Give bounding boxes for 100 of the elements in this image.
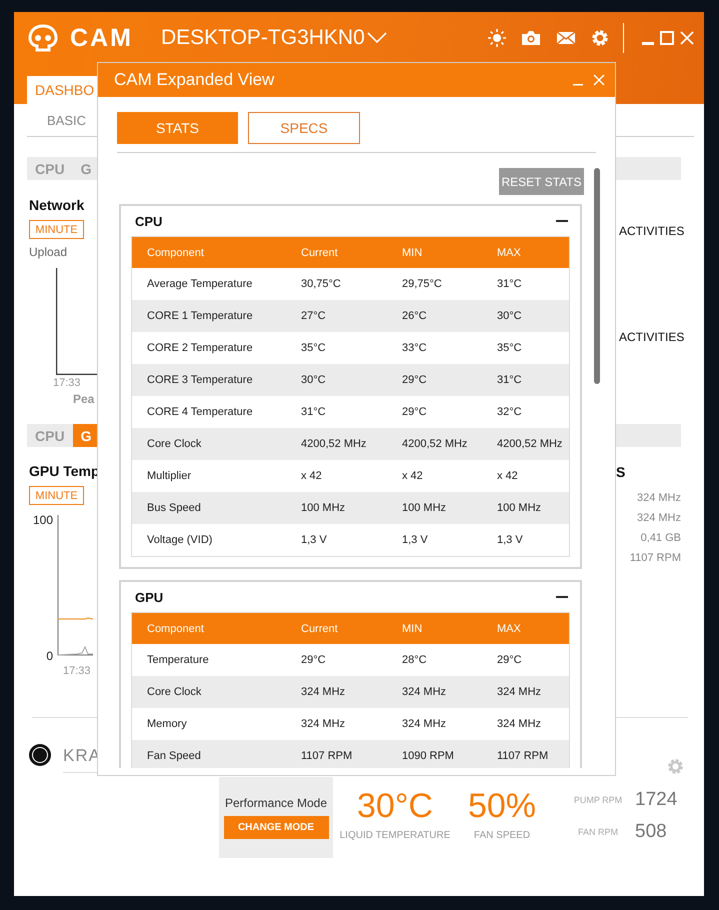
table-cell-text: 31°C	[301, 406, 327, 418]
table-cell-text: 4200,52 MHz	[497, 438, 564, 450]
app-name: CAM	[70, 24, 133, 52]
axis-label: 17:33	[63, 665, 91, 677]
liquid-temperature-label: LIQUID TEMPERATURE	[340, 830, 450, 841]
category-tab[interactable]: CPU	[27, 424, 73, 447]
panel-title: Network	[29, 197, 86, 213]
device-dropdown[interactable]: DESKTOP-TG3HKN0	[160, 26, 387, 50]
column-header: Current	[301, 622, 339, 634]
table-cell-text: 100 MHz	[497, 502, 542, 514]
table-cell-text: 100 MHz	[301, 502, 346, 514]
table-cell-text: Average Temperature	[147, 278, 254, 290]
fan-speed-value: 50%	[468, 787, 536, 826]
sub-tab[interactable]: BASIC	[47, 112, 86, 128]
column-header: MIN	[402, 622, 424, 634]
fan-speed-label: FAN SPEED	[474, 830, 530, 841]
series-label: Upload	[29, 245, 68, 259]
table-cell-text: 324 MHz	[497, 718, 542, 730]
table-cell-text: Fan Speed	[147, 750, 202, 762]
stat-value: 324 MHz	[636, 512, 681, 524]
table-cell-text: 29°C	[301, 654, 327, 666]
table-cell-text: 1107 RPM	[301, 750, 354, 762]
close-icon[interactable]	[680, 31, 694, 45]
table-cell-text: 1,3 V	[301, 534, 328, 546]
category-tab[interactable]: CPU	[27, 157, 73, 180]
table-cell-text: Temperature	[147, 654, 210, 666]
scrollbar-thumb[interactable]	[594, 168, 600, 384]
range-button[interactable]: MINUTE	[29, 220, 84, 239]
tab-bar	[616, 424, 681, 447]
stat-value: 324 MHz	[636, 492, 681, 504]
table-cell-text: 324 MHz	[301, 718, 346, 730]
table-cell-text: 324 MHz	[301, 686, 346, 698]
head-logo-icon	[28, 24, 58, 52]
dialog-tab[interactable]: STATS	[117, 112, 238, 144]
table-cell-text: 29,75°C	[402, 278, 443, 290]
dialog-title: CAM Expanded View	[114, 70, 274, 90]
category-tab[interactable]: G	[72, 157, 100, 180]
table-cell-text: Bus Speed	[147, 502, 202, 514]
table-cell-text: 35°C	[301, 342, 327, 354]
maximize-icon[interactable]	[660, 31, 674, 45]
column-header: MAX	[497, 622, 522, 634]
sun-icon[interactable]	[488, 29, 506, 47]
table-cell-text: 100 MHz	[402, 502, 448, 514]
stat-value: 1107 RPM	[630, 552, 681, 564]
category-tab[interactable]: G	[72, 424, 100, 447]
table-cell-text: CORE 4 Temperature	[147, 406, 254, 418]
column-header: Component	[147, 622, 205, 634]
fan-rpm-value: 508	[634, 821, 668, 843]
pump-rpm-value: 1724	[634, 789, 678, 811]
peak-label: Pea	[73, 392, 94, 406]
table-cell-text: CORE 3 Temperature	[147, 374, 254, 386]
table-cell-text: 26°C	[402, 310, 428, 322]
table-cell-text: 1,3 V	[402, 534, 429, 546]
table-cell-text: Core Clock	[147, 686, 202, 698]
column-header: Current	[301, 246, 339, 258]
table-cell-text: CORE 2 Temperature	[147, 342, 254, 354]
table-cell-text: 27°C	[301, 310, 327, 322]
table-cell-text: 1090 RPM	[402, 750, 455, 762]
table-cell-text: 30°C	[497, 310, 523, 322]
mail-icon[interactable]	[556, 31, 576, 45]
table-cell-text: 324 MHz	[402, 718, 448, 730]
table-cell-text: 35°C	[497, 342, 523, 354]
column-header: MIN	[402, 246, 424, 258]
liquid-temperature-value: 30°C	[357, 787, 433, 826]
table-cell-text: Multiplier	[147, 470, 192, 482]
axis-label: 100	[32, 513, 53, 527]
table-cell-text: 1,3 V	[497, 534, 524, 546]
table-cell-text: 33°C	[402, 342, 428, 354]
table-cell-text: 29°C	[402, 406, 428, 418]
logo-icon	[29, 744, 51, 766]
dialog-tab[interactable]: SPECS	[248, 112, 360, 144]
fan-rpm-label: FAN RPM	[576, 827, 619, 837]
table-cell-text: 1107 RPM	[497, 750, 550, 762]
section-title: GPU	[135, 590, 164, 604]
column-header: Component	[147, 246, 205, 258]
reset-stats-button[interactable]: RESET STATS	[499, 168, 584, 195]
table-cell-text: Voltage (VID)	[147, 534, 214, 546]
tab-bar	[616, 157, 681, 180]
pump-rpm-label: PUMP RPM	[572, 795, 624, 805]
table-cell-text: 32°C	[497, 406, 523, 418]
camera-icon[interactable]	[521, 30, 541, 46]
range-button[interactable]: MINUTE	[29, 486, 84, 505]
table-cell-text: CORE 1 Temperature	[147, 310, 254, 322]
section-title: CPU	[135, 214, 162, 228]
table-cell-text: Core Clock	[147, 438, 202, 450]
table-cell-text: 31°C	[497, 374, 523, 386]
table-cell-text: 30°C	[301, 374, 327, 386]
axis-label: 0	[46, 649, 53, 663]
table-cell-text: 30,75°C	[301, 278, 342, 290]
close-icon[interactable]	[593, 74, 605, 86]
table-cell-text: 29°C	[402, 374, 428, 386]
table-cell-text: 29°C	[497, 654, 523, 666]
settings-icon[interactable]	[667, 758, 684, 774]
panel-title: S	[616, 464, 626, 480]
stat-value: 0,41 GB	[640, 532, 681, 544]
table-cell-text: 28°C	[402, 654, 428, 666]
change-mode-button[interactable]: CHANGE MODE	[224, 816, 328, 839]
table-cell-text: 4200,52 MHz	[301, 438, 368, 450]
table-cell-text: x 42	[402, 470, 424, 482]
chevron-down-icon	[366, 32, 387, 44]
